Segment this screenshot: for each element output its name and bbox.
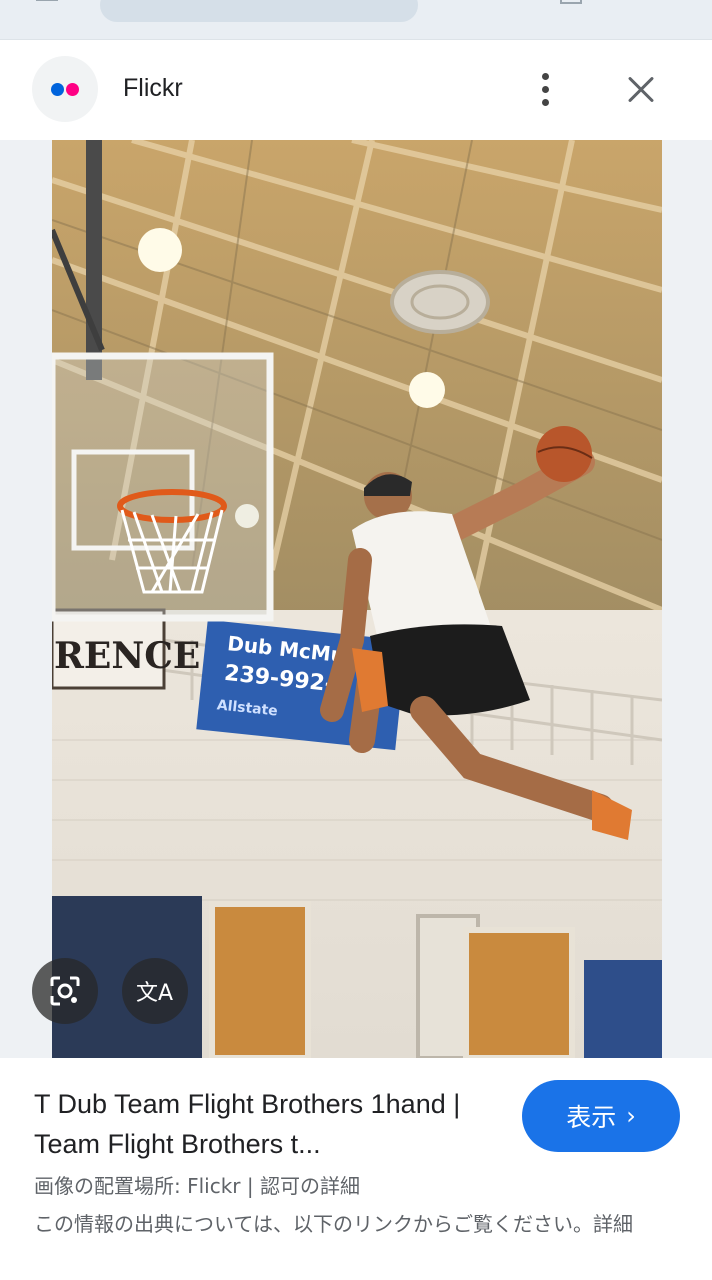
browser-top-strip: [0, 0, 712, 40]
source-notice[interactable]: この情報の出典については、以下のリンクからご覧ください。詳細: [34, 1208, 664, 1240]
menu-fragment: [36, 0, 58, 1]
image-source-line[interactable]: 画像の配置場所: Flickr | 認可の詳細: [34, 1170, 360, 1199]
image-viewer-header: Flickr: [0, 40, 712, 140]
more-options-icon[interactable]: [528, 68, 564, 110]
google-lens-icon: [50, 976, 80, 1006]
google-lens-button[interactable]: [32, 958, 98, 1024]
chevron-right-icon: ›: [626, 1102, 636, 1130]
flickr-logo-icon: [32, 56, 98, 122]
visit-button[interactable]: 表示 ›: [522, 1080, 680, 1152]
basketball-dunk-photo[interactable]: RENCE Dub McMul 239-992-0 Allstate: [52, 140, 662, 1058]
translate-icon: 文A: [136, 981, 173, 1006]
visit-button-label: 表示: [566, 1103, 617, 1132]
site-name: Flickr: [123, 74, 183, 102]
image-preview: RENCE Dub McMul 239-992-0 Allstate 文A: [0, 140, 712, 1058]
svg-text:文A: 文A: [136, 981, 173, 1006]
tab-icon[interactable]: [560, 0, 582, 4]
address-bar[interactable]: [100, 0, 418, 22]
gym-sign-text: RENCE: [54, 635, 200, 677]
image-info-panel: T Dub Team Flight Brothers 1hand | Team …: [0, 1058, 712, 1280]
image-title[interactable]: T Dub Team Flight Brothers 1hand | Team …: [34, 1084, 504, 1164]
close-icon[interactable]: [620, 68, 662, 110]
translate-button[interactable]: 文A: [122, 958, 188, 1024]
